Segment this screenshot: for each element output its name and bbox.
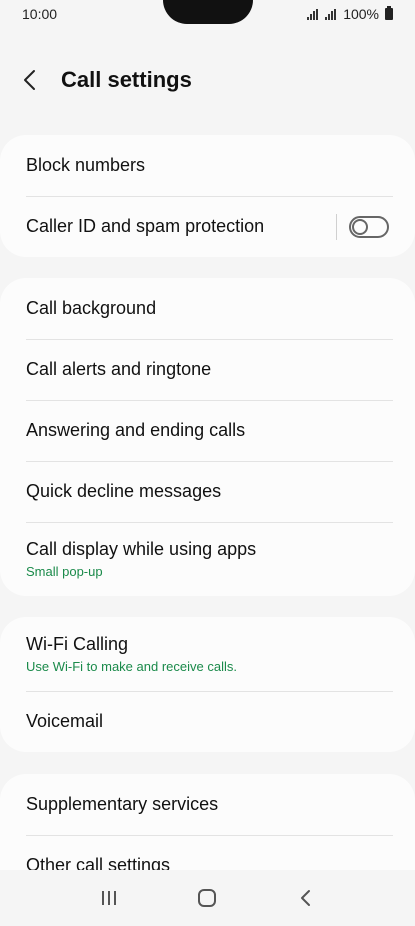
- app-header: Call settings: [20, 60, 192, 100]
- status-icons: 100%: [307, 6, 393, 22]
- status-bar: 10:00 100%: [0, 0, 415, 28]
- chevron-left-icon: [300, 890, 310, 906]
- answering-ending-item[interactable]: Answering and ending calls: [0, 400, 415, 461]
- navigation-bar: [0, 870, 415, 926]
- toggle-wrap: [336, 213, 389, 240]
- item-label: Quick decline messages: [26, 481, 222, 501]
- wifi-calling-item[interactable]: Wi-Fi Calling Use Wi-Fi to make and rece…: [0, 617, 415, 691]
- item-subtitle: Use Wi-Fi to make and receive calls.: [26, 659, 237, 674]
- item-text: Call display while using apps Small pop-…: [26, 539, 256, 579]
- recent-apps-button[interactable]: [85, 878, 133, 918]
- chevron-left-icon: [24, 70, 35, 90]
- call-alerts-item[interactable]: Call alerts and ringtone: [0, 339, 415, 400]
- signal-icon: [307, 8, 319, 20]
- item-label: Block numbers: [26, 155, 146, 175]
- quick-decline-item[interactable]: Quick decline messages: [0, 461, 415, 522]
- call-display-item[interactable]: Call display while using apps Small pop-…: [0, 522, 415, 596]
- settings-card-blocking: Block numbers Caller ID and spam protect…: [0, 135, 415, 257]
- item-label: Call alerts and ringtone: [26, 359, 212, 379]
- back-button[interactable]: [20, 60, 52, 100]
- page-title: Call settings: [61, 67, 192, 92]
- item-subtitle: Small pop-up: [26, 564, 103, 579]
- item-label: Call display while using apps: [26, 539, 257, 559]
- home-icon: [198, 889, 217, 907]
- item-label: Answering and ending calls: [26, 420, 246, 440]
- voicemail-item[interactable]: Voicemail: [0, 691, 415, 752]
- item-label: Supplementary services: [26, 794, 219, 814]
- status-time: 10:00: [22, 6, 58, 22]
- settings-card-call: Call background Call alerts and ringtone…: [0, 278, 415, 596]
- toggle-knob: [352, 218, 368, 235]
- item-label: Caller ID and spam protection: [26, 216, 265, 236]
- item-text: Wi-Fi Calling Use Wi-Fi to make and rece…: [26, 634, 237, 674]
- divider: [336, 213, 337, 240]
- block-numbers-item[interactable]: Block numbers: [0, 135, 415, 196]
- recent-apps-icon: [102, 891, 117, 905]
- call-background-item[interactable]: Call background: [0, 278, 415, 339]
- back-nav-button[interactable]: [282, 878, 330, 918]
- settings-card-wifi: Wi-Fi Calling Use Wi-Fi to make and rece…: [0, 617, 415, 752]
- battery-percent: 100%: [343, 6, 379, 22]
- home-button[interactable]: [183, 878, 231, 918]
- caller-id-item[interactable]: Caller ID and spam protection: [0, 196, 415, 257]
- battery-icon: [385, 6, 393, 20]
- supplementary-services-item[interactable]: Supplementary services: [0, 774, 415, 835]
- camera-notch: [162, 0, 253, 24]
- item-label: Wi-Fi Calling: [26, 634, 129, 654]
- screen: 10:00 100% Call settings Block numbers C…: [0, 0, 415, 926]
- item-label: Call background: [26, 298, 157, 318]
- item-label: Voicemail: [26, 711, 104, 731]
- signal-icon: [325, 8, 337, 20]
- caller-id-toggle[interactable]: [349, 215, 389, 238]
